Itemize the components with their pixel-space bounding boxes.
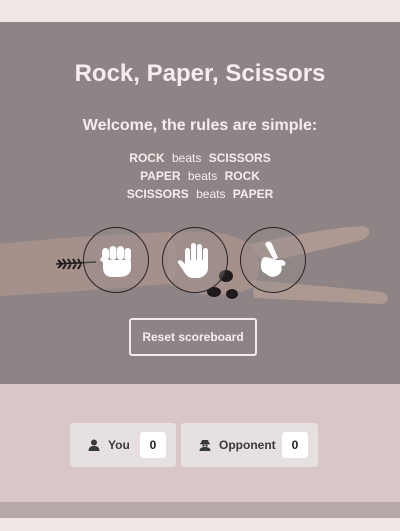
rules-list: ROCK beats SCISSORS PAPER beats ROCK SCI… <box>0 149 400 203</box>
rule-loser: PAPER <box>232 187 274 201</box>
opponent-score: 0 <box>282 432 308 458</box>
player-score-card: You 0 <box>70 423 176 467</box>
rule-line: ROCK beats SCISSORS <box>0 149 400 167</box>
rule-verb: beats <box>196 187 226 201</box>
player-label: You <box>108 438 130 452</box>
fist-icon <box>100 246 131 277</box>
rule-loser: ROCK <box>224 169 260 183</box>
hero-section: Rock, Paper, Scissors Welcome, the rules… <box>0 22 400 384</box>
page-title: Rock, Paper, Scissors <box>74 60 326 87</box>
opponent-label: Opponent <box>219 438 276 452</box>
rule-winner: SCISSORS <box>126 187 189 201</box>
open-hand-icon <box>177 243 208 278</box>
rule-winner: PAPER <box>140 169 181 183</box>
top-strip <box>0 0 400 22</box>
opponent-score-card: Opponent 0 <box>181 423 318 467</box>
bottom-bar <box>0 502 400 518</box>
rock-choice-button[interactable] <box>83 227 149 293</box>
rule-winner: ROCK <box>129 151 165 165</box>
rule-verb: beats <box>187 169 218 183</box>
user-icon <box>88 439 100 451</box>
rule-line: SCISSORS beats PAPER <box>0 185 400 203</box>
rule-loser: SCISSORS <box>208 151 271 165</box>
rule-line: PAPER beats ROCK <box>0 167 400 185</box>
scissors-hand-icon <box>260 241 286 277</box>
paper-choice-button[interactable] <box>162 227 228 293</box>
reset-scoreboard-button[interactable]: Reset scoreboard <box>129 318 257 356</box>
player-score: 0 <box>140 432 166 458</box>
scissors-choice-button[interactable] <box>240 227 306 293</box>
welcome-text: Welcome, the rules are simple: <box>82 117 318 134</box>
user-secret-icon <box>199 439 211 451</box>
rule-verb: beats <box>171 151 202 165</box>
bottom-strip <box>0 518 400 531</box>
